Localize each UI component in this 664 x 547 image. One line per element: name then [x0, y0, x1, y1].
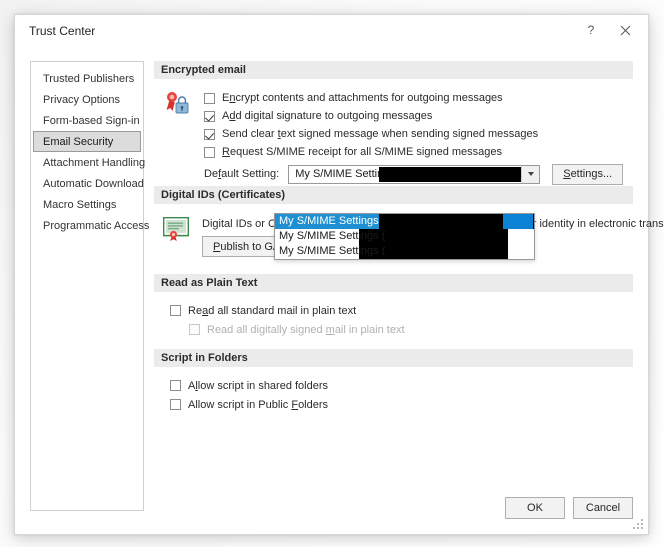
allow-script-shared-folders-label: Allow script in shared folders [188, 379, 329, 392]
default-setting-redacted-region [379, 166, 524, 182]
chevron-down-icon[interactable] [521, 165, 540, 183]
encrypted-email-section: Encrypt contents and attachments for out… [154, 79, 633, 186]
send-clear-text-label: Send clear text signed message when send… [222, 128, 539, 140]
checkbox-row-request-smime-receipt[interactable]: Request S/MIME receipt for all S/MIME si… [204, 143, 623, 161]
dialog-body: Trusted Publishers Privacy Options Form-… [15, 47, 664, 534]
request-smime-receipt-label: Request S/MIME receipt for all S/MIME si… [222, 146, 503, 158]
checkbox-row-allow-script-shared[interactable]: Allow script in shared folders [170, 376, 633, 395]
read-signed-mail-label: Read all digitally signed mail in plain … [207, 323, 405, 336]
add-digital-signature-checkbox[interactable] [204, 110, 215, 122]
close-icon [620, 25, 630, 35]
help-button[interactable]: ? [574, 15, 608, 45]
checkbox-row-send-clear-text[interactable]: Send clear text signed message when send… [204, 125, 623, 143]
ok-button[interactable]: OK [505, 497, 565, 519]
dropdown-option-1[interactable]: My S/MIME Settings [275, 214, 534, 229]
send-clear-text-checkbox[interactable] [204, 128, 215, 140]
footer-buttons: OK Cancel [505, 497, 633, 519]
dialog-footer: OK Cancel [15, 488, 648, 534]
title-bar: Trust Center ? [15, 15, 648, 47]
add-digital-signature-label: Add digital signature to outgoing messag… [222, 110, 433, 122]
section-header-encrypted-email: Encrypted email [154, 61, 633, 79]
read-standard-mail-label: Read all standard mail in plain text [188, 304, 357, 317]
default-setting-dropdown-list[interactable]: My S/MIME Settings My S/MIME Settings ( … [274, 213, 535, 260]
sidebar-item-programmatic-access[interactable]: Programmatic Access [33, 215, 149, 236]
certificate-lock-icon [166, 92, 189, 114]
sidebar-item-attachment-handling[interactable]: Attachment Handling [33, 152, 145, 173]
sidebar-item-trusted-publishers[interactable]: Trusted Publishers [33, 68, 141, 89]
section-header-script-in-folders: Script in Folders [154, 349, 633, 367]
window-title: Trust Center [29, 24, 96, 38]
category-list[interactable]: Trusted Publishers Privacy Options Form-… [30, 61, 149, 511]
checkbox-row-allow-script-public[interactable]: Allow script in Public Folders [170, 395, 633, 414]
trust-center-dialog: Trust Center ? Trusted Publishers Privac… [14, 14, 664, 535]
sidebar-item-form-based-sign-in[interactable]: Form-based Sign-in [33, 110, 141, 131]
checkbox-row-read-standard-mail[interactable]: Read all standard mail in plain text [170, 301, 633, 320]
request-smime-receipt-checkbox[interactable] [204, 146, 215, 158]
section-header-read-as-plain-text: Read as Plain Text [154, 274, 633, 292]
sidebar-item-privacy-options[interactable]: Privacy Options [33, 89, 141, 110]
settings-button[interactable]: Settings... [552, 163, 624, 185]
cancel-button[interactable]: Cancel [573, 497, 633, 519]
script-in-folders-section: Allow script in shared folders Allow scr… [154, 367, 633, 424]
dropdown-option-2[interactable]: My S/MIME Settings ( [275, 229, 534, 244]
checkbox-row-add-digital-signature[interactable]: Add digital signature to outgoing messag… [204, 107, 623, 125]
sidebar-item-automatic-download[interactable]: Automatic Download [33, 173, 144, 194]
default-setting-row: Default Setting: My S/MIME Settings ( Se… [204, 163, 624, 185]
allow-script-public-folders-label: Allow script in Public Folders [188, 398, 329, 411]
read-standard-mail-checkbox[interactable] [170, 305, 181, 316]
settings-pane: Encrypted email Encrypt contents and att… [154, 61, 664, 511]
checkbox-row-read-signed-mail: Read all digitally signed mail in plain … [189, 320, 633, 339]
sidebar-item-email-security[interactable]: Email Security [33, 131, 141, 152]
checkbox-row-encrypt-contents[interactable]: Encrypt contents and attachments for out… [204, 89, 623, 107]
section-header-digital-ids: Digital IDs (Certificates) [154, 186, 633, 204]
allow-script-shared-folders-checkbox[interactable] [170, 380, 181, 391]
sidebar-item-macro-settings[interactable]: Macro Settings [33, 194, 141, 215]
certificate-document-icon [163, 217, 189, 241]
encrypt-contents-label: Encrypt contents and attachments for out… [222, 92, 503, 104]
read-signed-mail-checkbox [189, 324, 200, 335]
allow-script-public-folders-checkbox[interactable] [170, 399, 181, 410]
close-button[interactable] [608, 15, 642, 45]
dropdown-option-3[interactable]: My S/MIME Settings ( [275, 244, 534, 259]
default-setting-label: Default Setting: [204, 168, 280, 180]
encrypt-contents-checkbox[interactable] [204, 92, 215, 104]
read-as-plain-text-section: Read all standard mail in plain text Rea… [154, 292, 633, 349]
resize-grip[interactable] [633, 519, 645, 531]
default-setting-combobox[interactable]: My S/MIME Settings ( [288, 164, 541, 184]
encrypted-email-options: Encrypt contents and attachments for out… [204, 89, 624, 185]
